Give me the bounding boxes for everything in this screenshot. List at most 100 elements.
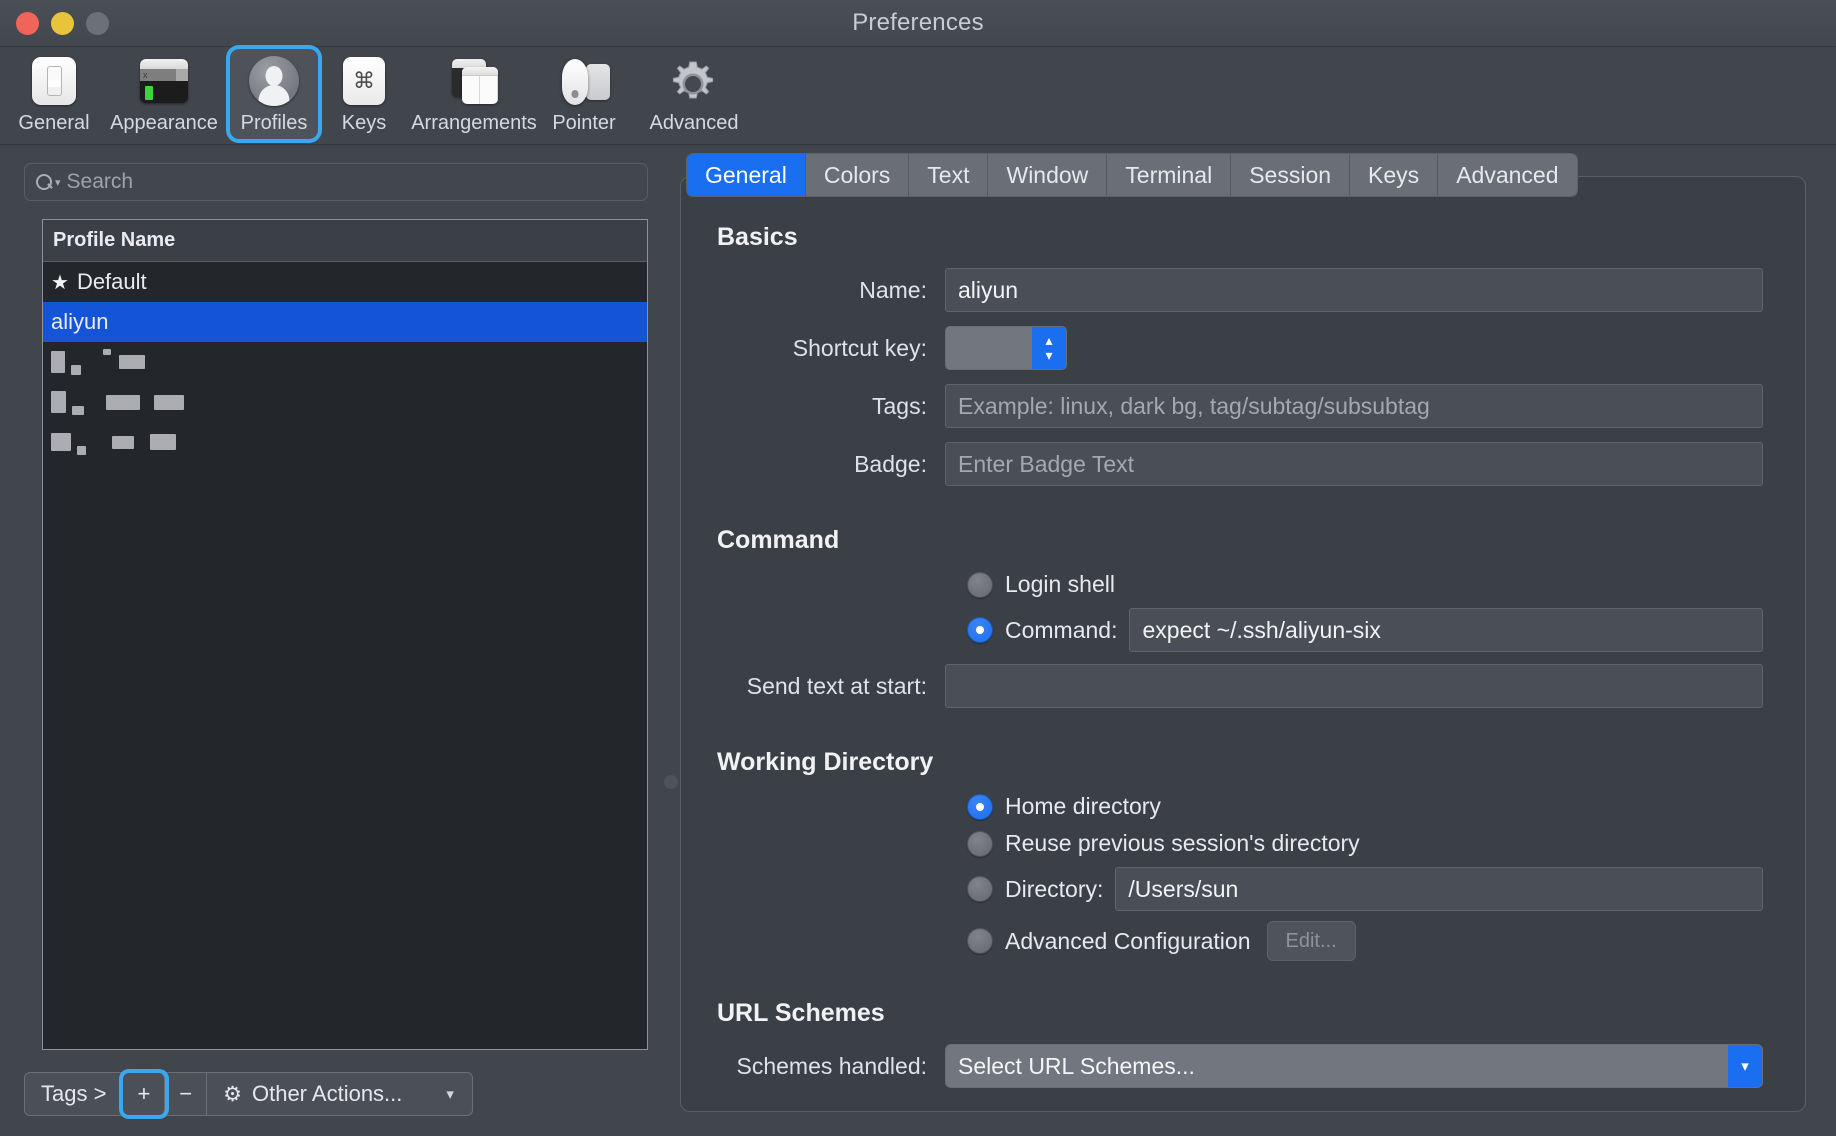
login-shell-label: Login shell [1005,571,1115,597]
gear-icon [668,55,720,107]
toolbar-label-pointer: Pointer [552,112,616,134]
section-title-command: Command [717,526,840,554]
preferences-window: Preferences General x Appearance Profile… [0,0,1836,1136]
directory-label: Directory: [1005,875,1104,902]
schemes-handled-row: Schemes handled: Select URL Schemes... ▾ [681,1044,1805,1088]
shortcut-key-row: Shortcut key: ▴ ▾ [681,326,1805,370]
toolbar-item-pointer[interactable]: Pointer [540,49,628,139]
toolbar-item-profiles[interactable]: Profiles [230,49,318,139]
tags-button[interactable]: Tags > [25,1073,124,1115]
advanced-configuration-label: Advanced Configuration [1005,927,1251,954]
profile-name-label: aliyun [51,309,109,334]
schemes-handled-label: Schemes handled: [736,1052,927,1079]
title-bar: Preferences [0,0,1836,47]
toolbar-label-keys: Keys [341,112,387,134]
table-row[interactable] [43,382,647,422]
toolbar-item-general[interactable]: General [10,49,98,139]
badge-field[interactable]: Enter Badge Text [945,442,1763,486]
search-container: ▾ [0,163,672,201]
toolbar-label-profiles: Profiles [240,112,308,134]
badge-label: Badge: [854,450,927,477]
reuse-directory-row[interactable]: Reuse previous session's directory [681,830,1805,857]
send-text-field[interactable] [945,664,1763,708]
tab-advanced[interactable]: Advanced [1438,154,1577,196]
command-row: Command: expect ~/.ssh/aliyun-six [681,608,1805,652]
stepper-arrows-icon[interactable]: ▴ ▾ [1032,327,1066,369]
command-radio[interactable] [967,617,993,643]
profile-detail-pane: General Colors Text Window Terminal Sess… [672,145,1836,1136]
other-actions-button[interactable]: ⚙ Other Actions... ▾ [207,1073,472,1115]
schemes-handled-dropdown[interactable]: Select URL Schemes... ▾ [945,1044,1763,1088]
table-row[interactable]: aliyun [43,302,647,342]
search-input[interactable] [66,170,637,194]
search-icon [35,173,53,191]
section-title-working-directory: Working Directory [717,748,934,776]
terminal-window-icon: x [138,55,190,107]
search-field[interactable]: ▾ [24,163,648,201]
chevron-down-icon: ▾ [1728,1045,1762,1087]
toolbar-item-keys[interactable]: ⌘ Keys [320,49,408,139]
section-title-basics: Basics [717,223,798,251]
name-field[interactable]: aliyun [945,268,1763,312]
gear-icon: ⚙ [223,1082,242,1106]
tab-terminal[interactable]: Terminal [1107,154,1232,196]
tags-row: Tags: Example: linux, dark bg, tag/subta… [681,384,1805,428]
column-header-profile-name: Profile Name [53,229,176,251]
general-tab-panel: Basics Name: aliyun Shortcut key: ▴ ▾ Tag… [680,176,1806,1112]
split-pane-grip[interactable] [664,775,678,789]
toolbar-item-arrangements[interactable]: Arrangements [410,49,538,139]
profile-name-label: Default [76,269,147,294]
tab-keys[interactable]: Keys [1350,154,1439,196]
other-actions-label: Other Actions... [251,1081,403,1106]
directory-radio[interactable] [967,876,993,902]
advanced-configuration-radio[interactable] [967,928,993,954]
login-shell-row[interactable]: Login shell [681,571,1805,598]
advanced-configuration-row: Advanced Configuration Edit... [681,921,1805,961]
reuse-directory-radio[interactable] [967,830,993,857]
table-row[interactable] [43,342,647,382]
name-row: Name: aliyun [681,268,1805,312]
toolbar-label-advanced: Advanced [649,112,739,134]
profile-list-header[interactable]: Profile Name [43,220,647,262]
window-title: Preferences [852,9,984,36]
toolbar-label-appearance: Appearance [110,112,218,134]
send-text-row: Send text at start: [681,664,1805,708]
shortcut-key-value [946,327,1032,369]
tags-field[interactable]: Example: linux, dark bg, tag/subtag/subs… [945,384,1763,428]
add-profile-button[interactable]: + [123,1073,166,1115]
table-row[interactable]: ★ Default [43,262,647,302]
schemes-handled-value: Select URL Schemes... [958,1052,1195,1079]
remove-profile-button[interactable]: − [165,1073,208,1115]
toolbar-label-general: General [18,112,90,134]
shortcut-key-stepper[interactable]: ▴ ▾ [945,326,1067,370]
tab-colors[interactable]: Colors [805,154,910,196]
home-directory-label: Home directory [1005,793,1161,819]
profile-list: Profile Name ★ Default aliyun [42,219,648,1050]
directory-field[interactable]: /Users/sun [1115,867,1763,911]
tab-general[interactable]: General [687,154,806,196]
window-body: ▾ Profile Name ★ Default aliyun [0,145,1836,1136]
tab-window[interactable]: Window [988,154,1108,196]
section-title-url-schemes: URL Schemes [717,999,885,1027]
home-directory-row[interactable]: Home directory [681,793,1805,820]
tab-session[interactable]: Session [1231,154,1351,196]
toolbar-item-appearance[interactable]: x Appearance [100,49,228,139]
send-text-label: Send text at start: [746,672,927,699]
redacted-profile-name [51,389,184,415]
toolbar-item-advanced[interactable]: Advanced [630,49,758,139]
tab-text[interactable]: Text [909,154,989,196]
tags-label: Tags: [872,392,927,419]
table-row[interactable] [43,422,647,462]
login-shell-radio[interactable] [967,571,993,598]
star-icon: ★ [51,271,69,294]
chevron-down-icon[interactable]: ▾ [55,176,61,189]
edit-button[interactable]: Edit... [1266,921,1356,961]
home-directory-radio[interactable] [967,793,993,820]
profile-list-rows: ★ Default aliyun [43,262,647,1049]
command-field[interactable]: expect ~/.ssh/aliyun-six [1129,608,1763,652]
toolbar-label-arrangements: Arrangements [411,112,537,134]
person-icon [248,55,300,107]
profiles-sidebar: ▾ Profile Name ★ Default aliyun [0,145,678,1136]
shortcut-key-label: Shortcut key: [792,334,927,361]
mouse-icon [558,55,610,107]
